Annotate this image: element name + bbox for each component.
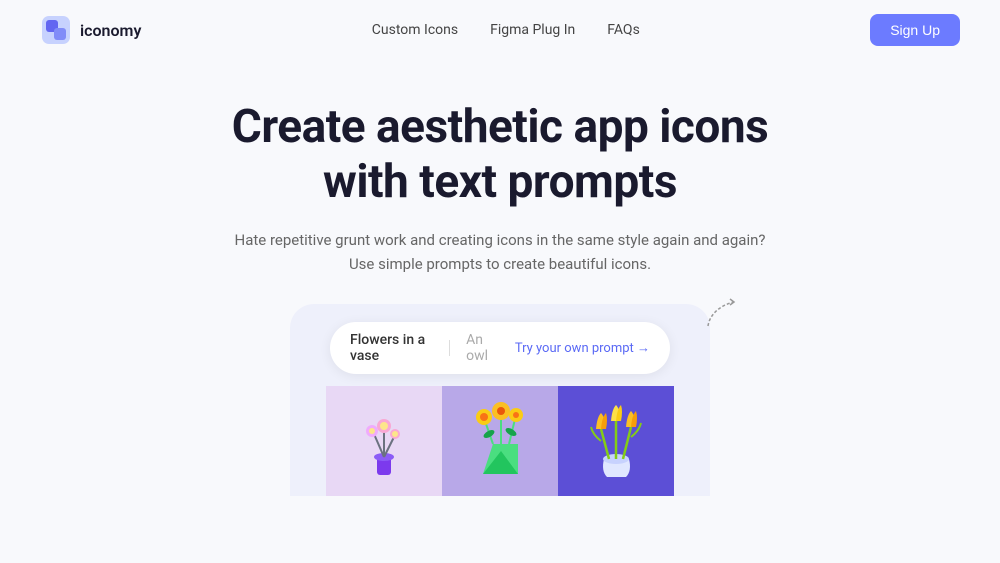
- arrow-decoration: [700, 294, 740, 334]
- icon-card-2: [442, 386, 558, 496]
- icon-grid: [326, 386, 674, 496]
- nav-figma-plugin[interactable]: Figma Plug In: [490, 22, 575, 38]
- prompt-link[interactable]: Try your own prompt →: [515, 340, 650, 356]
- logo-icon: [40, 14, 72, 46]
- logo[interactable]: iconomy: [40, 14, 141, 46]
- nav-links: Custom Icons Figma Plug In FAQs: [372, 22, 640, 38]
- nav-faqs[interactable]: FAQs: [607, 22, 640, 38]
- prompt-placeholder: An owl: [466, 332, 499, 364]
- nav-custom-icons[interactable]: Custom Icons: [372, 22, 458, 38]
- hero-subtitle: Hate repetitive grunt work and creating …: [235, 228, 766, 276]
- hero-section: Create aesthetic app icons with text pro…: [0, 60, 1000, 496]
- hero-title: Create aesthetic app icons with text pro…: [232, 100, 769, 210]
- prompt-current-text: Flowers in a vase: [350, 332, 433, 364]
- logo-text: iconomy: [80, 21, 141, 40]
- flower-icon-3: [579, 399, 654, 484]
- signup-button[interactable]: Sign Up: [870, 14, 960, 46]
- icon-card-3: [558, 386, 674, 496]
- flower-icon-1: [349, 399, 419, 484]
- navbar: iconomy Custom Icons Figma Plug In FAQs …: [0, 0, 1000, 60]
- icon-card-1: [326, 386, 442, 496]
- demo-area: Flowers in a vase An owl Try your own pr…: [290, 304, 710, 496]
- prompt-bar[interactable]: Flowers in a vase An owl Try your own pr…: [330, 322, 670, 374]
- flower-icon-2: [463, 399, 538, 484]
- prompt-divider: [449, 340, 450, 356]
- prompt-bubble: Flowers in a vase An owl Try your own pr…: [290, 304, 710, 496]
